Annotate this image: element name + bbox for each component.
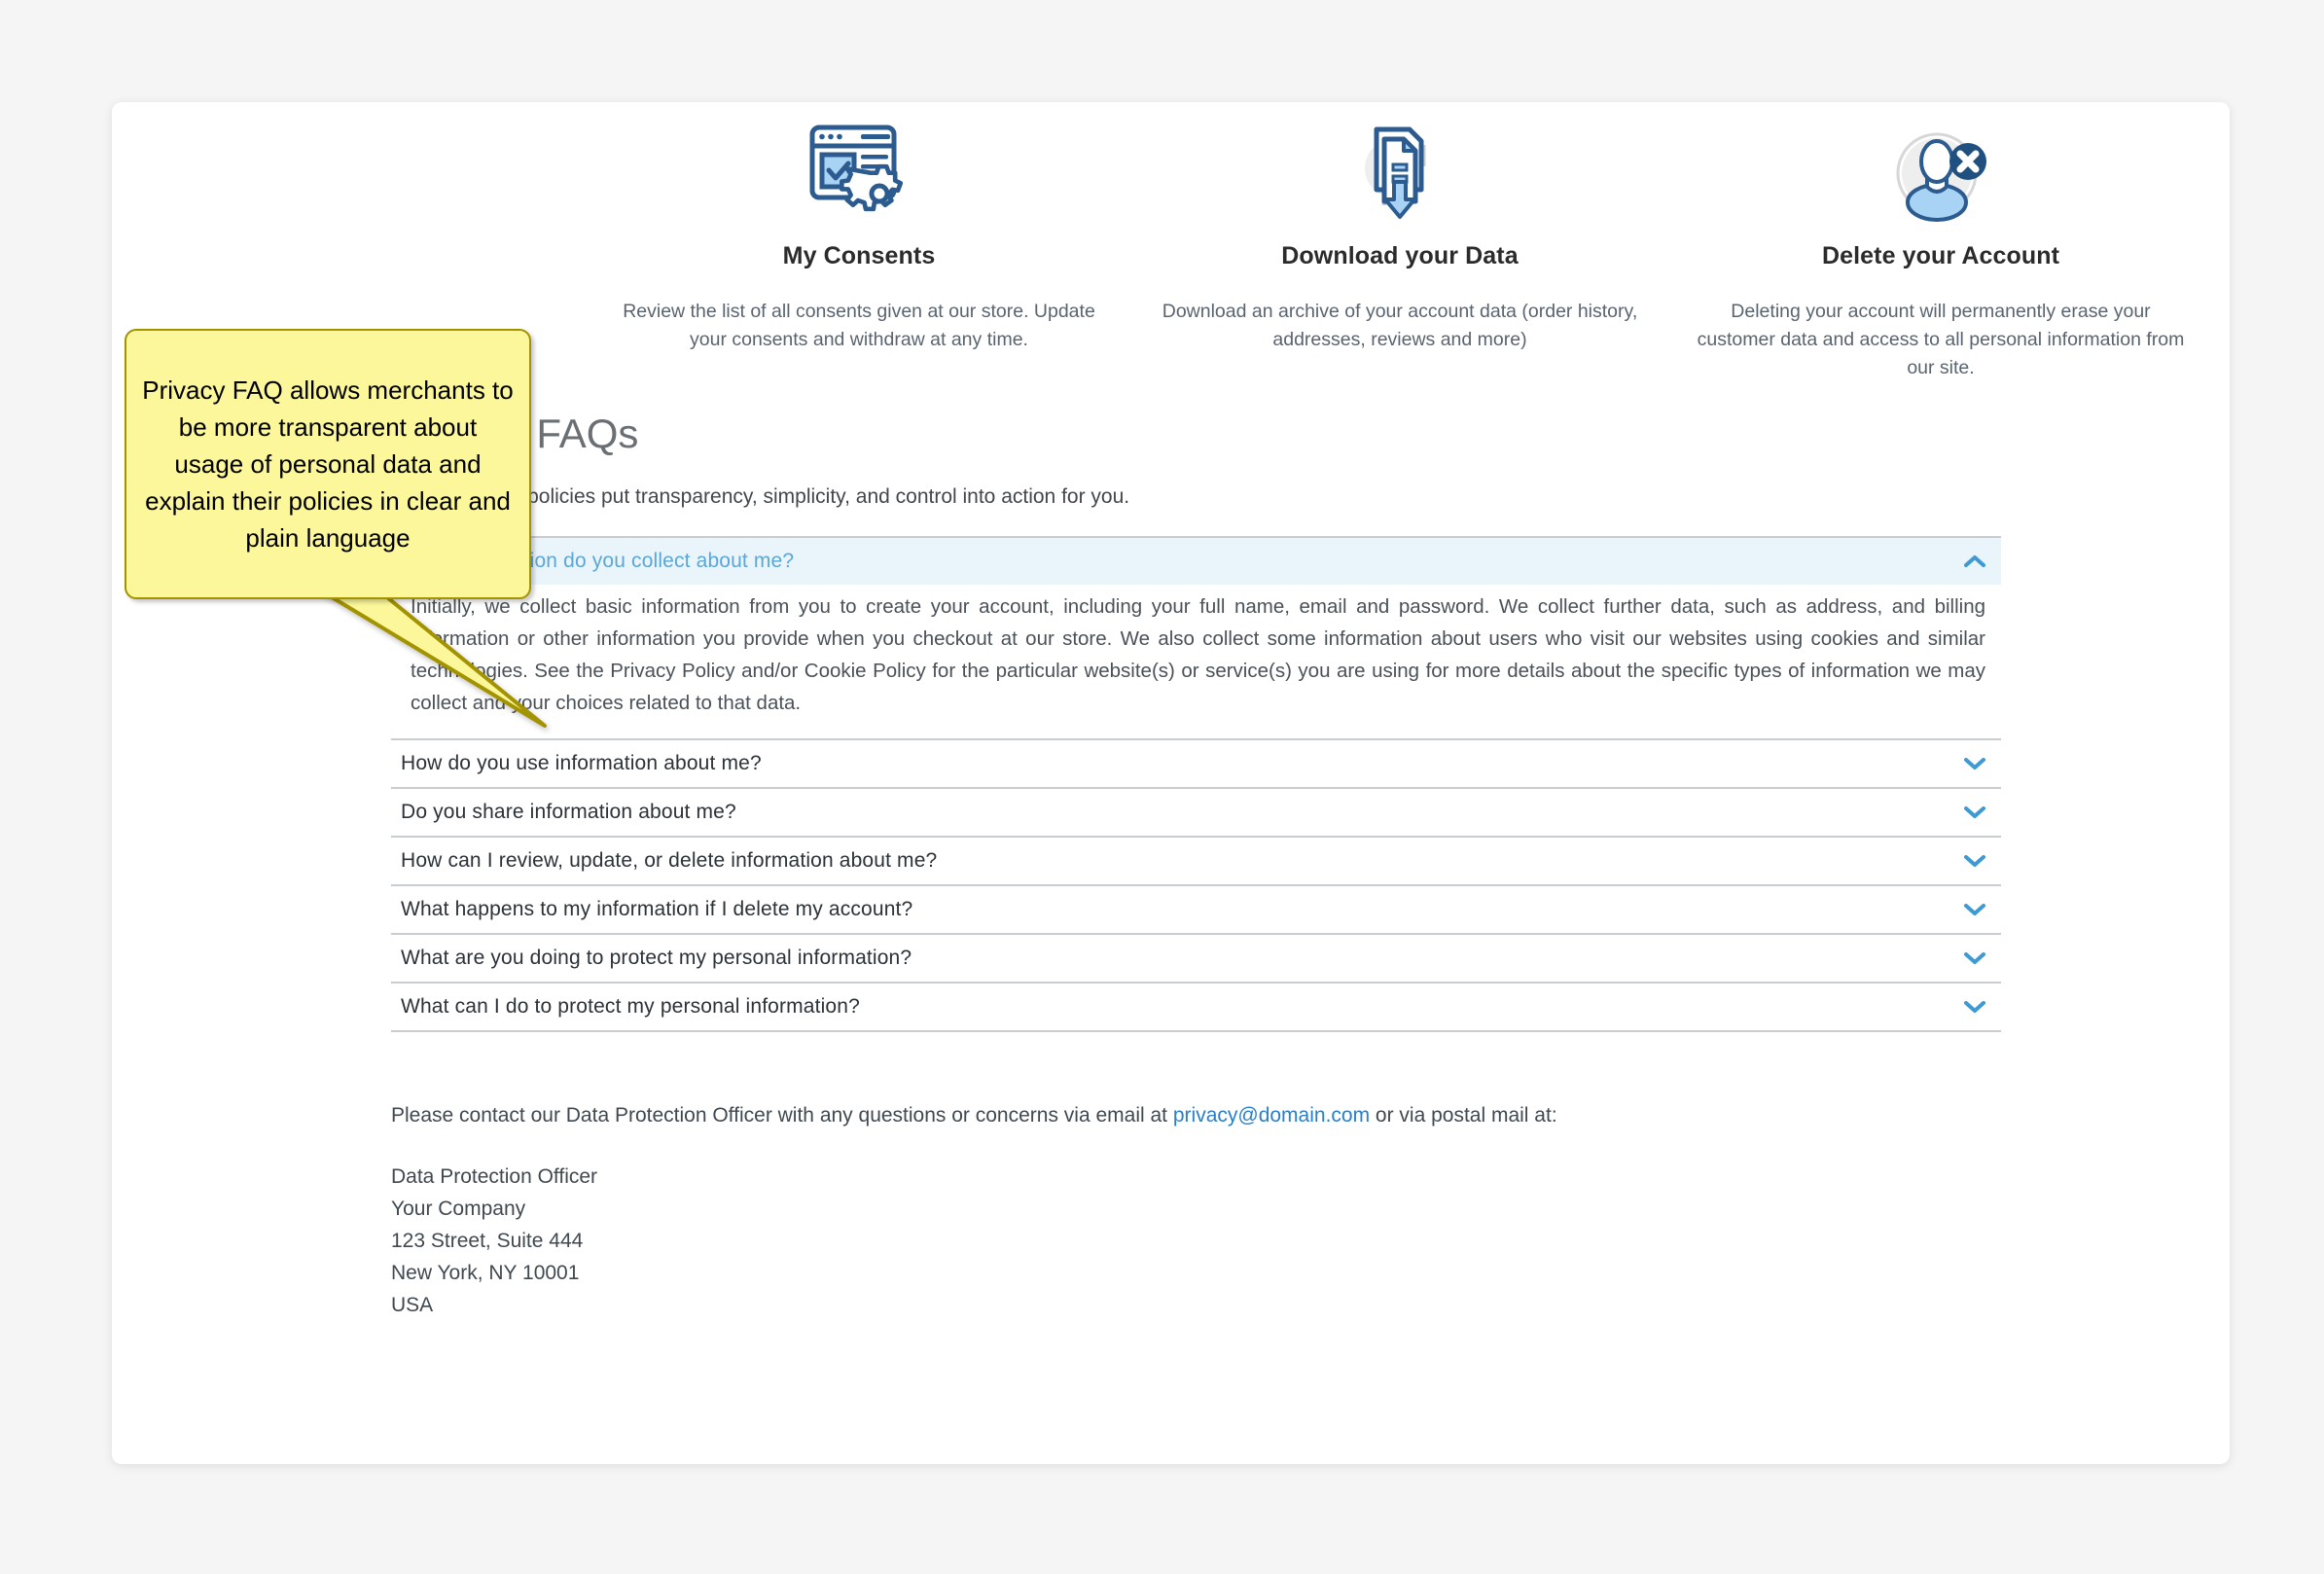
faq-item-0: What information do you collect about me… xyxy=(391,536,2001,738)
feature-title: Delete your Account xyxy=(1821,242,2060,269)
dpo-email-link[interactable]: privacy@domain.com xyxy=(1173,1104,1370,1127)
faq-question-toggle-4[interactable]: What happens to my information if I dele… xyxy=(391,886,2001,933)
feature-columns: My Consents Review the list of all conse… xyxy=(589,116,2213,382)
faq-answer-panel-0: Initially, we collect basic information … xyxy=(391,585,2001,738)
faq-question-label: What can I do to protect my personal inf… xyxy=(401,995,860,1018)
feature-title: Download your Data xyxy=(1281,242,1519,269)
faq-item-4: What happens to my information if I dele… xyxy=(391,884,2001,933)
feature-description: Review the list of all consents given at… xyxy=(623,301,1095,350)
chevron-down-icon[interactable] xyxy=(1962,999,1987,1015)
faq-question-toggle-3[interactable]: How can I review, update, or delete info… xyxy=(391,838,2001,884)
faq-question-label: How can I review, update, or delete info… xyxy=(401,849,938,872)
feature-delete-your-account[interactable]: Delete your Account Deleting your accoun… xyxy=(1670,116,2211,382)
postal-address: Data Protection Officer Your Company 123… xyxy=(391,1165,598,1316)
contact-paragraph: Please contact our Data Protection Offic… xyxy=(391,1104,2001,1127)
faq-item-5: What are you doing to protect my persona… xyxy=(391,933,2001,982)
faq-section: Privacy FAQs Learn how our policies put … xyxy=(391,413,2001,1321)
faq-question-label: What happens to my information if I dele… xyxy=(401,898,913,920)
faq-question-label: Do you share information about me? xyxy=(401,801,736,823)
faq-item-6: What can I do to protect my personal inf… xyxy=(391,982,2001,1032)
faq-item-2: Do you share information about me? xyxy=(391,787,2001,836)
chevron-down-icon[interactable] xyxy=(1962,853,1987,869)
faq-question-label: How do you use information about me? xyxy=(401,752,762,774)
chevron-up-icon[interactable] xyxy=(1962,554,1987,569)
faq-item-3: How can I review, update, or delete info… xyxy=(391,836,2001,884)
faq-question-toggle-5[interactable]: What are you doing to protect my persona… xyxy=(391,935,2001,982)
feature-title: My Consents xyxy=(782,242,936,269)
chevron-down-icon[interactable] xyxy=(1962,950,1987,966)
user-delete-icon xyxy=(1696,116,2186,231)
page-title: Privacy FAQs xyxy=(391,411,639,456)
faq-accordion: What information do you collect about me… xyxy=(391,536,2001,1032)
contact-trail-text: or via postal mail at: xyxy=(1370,1104,1557,1127)
chevron-down-icon[interactable] xyxy=(1962,756,1987,771)
feature-download-your-data[interactable]: Download your Data Download an archive o… xyxy=(1129,116,1670,382)
contact-block: Please contact our Data Protection Offic… xyxy=(391,1104,2001,1321)
documents-download-arrow-icon xyxy=(1155,116,1645,231)
faq-answer-text: Initially, we collect basic information … xyxy=(411,595,1985,714)
chevron-down-icon[interactable] xyxy=(1962,805,1987,820)
faq-item-1: How do you use information about me? xyxy=(391,738,2001,787)
faq-subheading: Learn how our policies put transparency,… xyxy=(391,485,1130,508)
faq-question-label: What are you doing to protect my persona… xyxy=(401,947,912,969)
feature-description: Download an archive of your account data… xyxy=(1162,301,1638,350)
faq-question-toggle-6[interactable]: What can I do to protect my personal inf… xyxy=(391,984,2001,1030)
feature-my-consents[interactable]: My Consents Review the list of all conse… xyxy=(589,116,1129,382)
contact-lead-text: Please contact our Data Protection Offic… xyxy=(391,1104,1173,1127)
faq-question-toggle-1[interactable]: How do you use information about me? xyxy=(391,740,2001,787)
browser-checkbox-gear-icon xyxy=(614,116,1104,231)
faq-question-toggle-0[interactable]: What information do you collect about me… xyxy=(391,538,2001,585)
privacy-page-card: My Consents Review the list of all conse… xyxy=(112,102,2230,1464)
faq-question-toggle-2[interactable]: Do you share information about me? xyxy=(391,789,2001,836)
feature-description: Deleting your account will permanently e… xyxy=(1697,301,2185,378)
faq-question-label: What information do you collect about me… xyxy=(401,550,795,572)
chevron-down-icon[interactable] xyxy=(1962,902,1987,917)
